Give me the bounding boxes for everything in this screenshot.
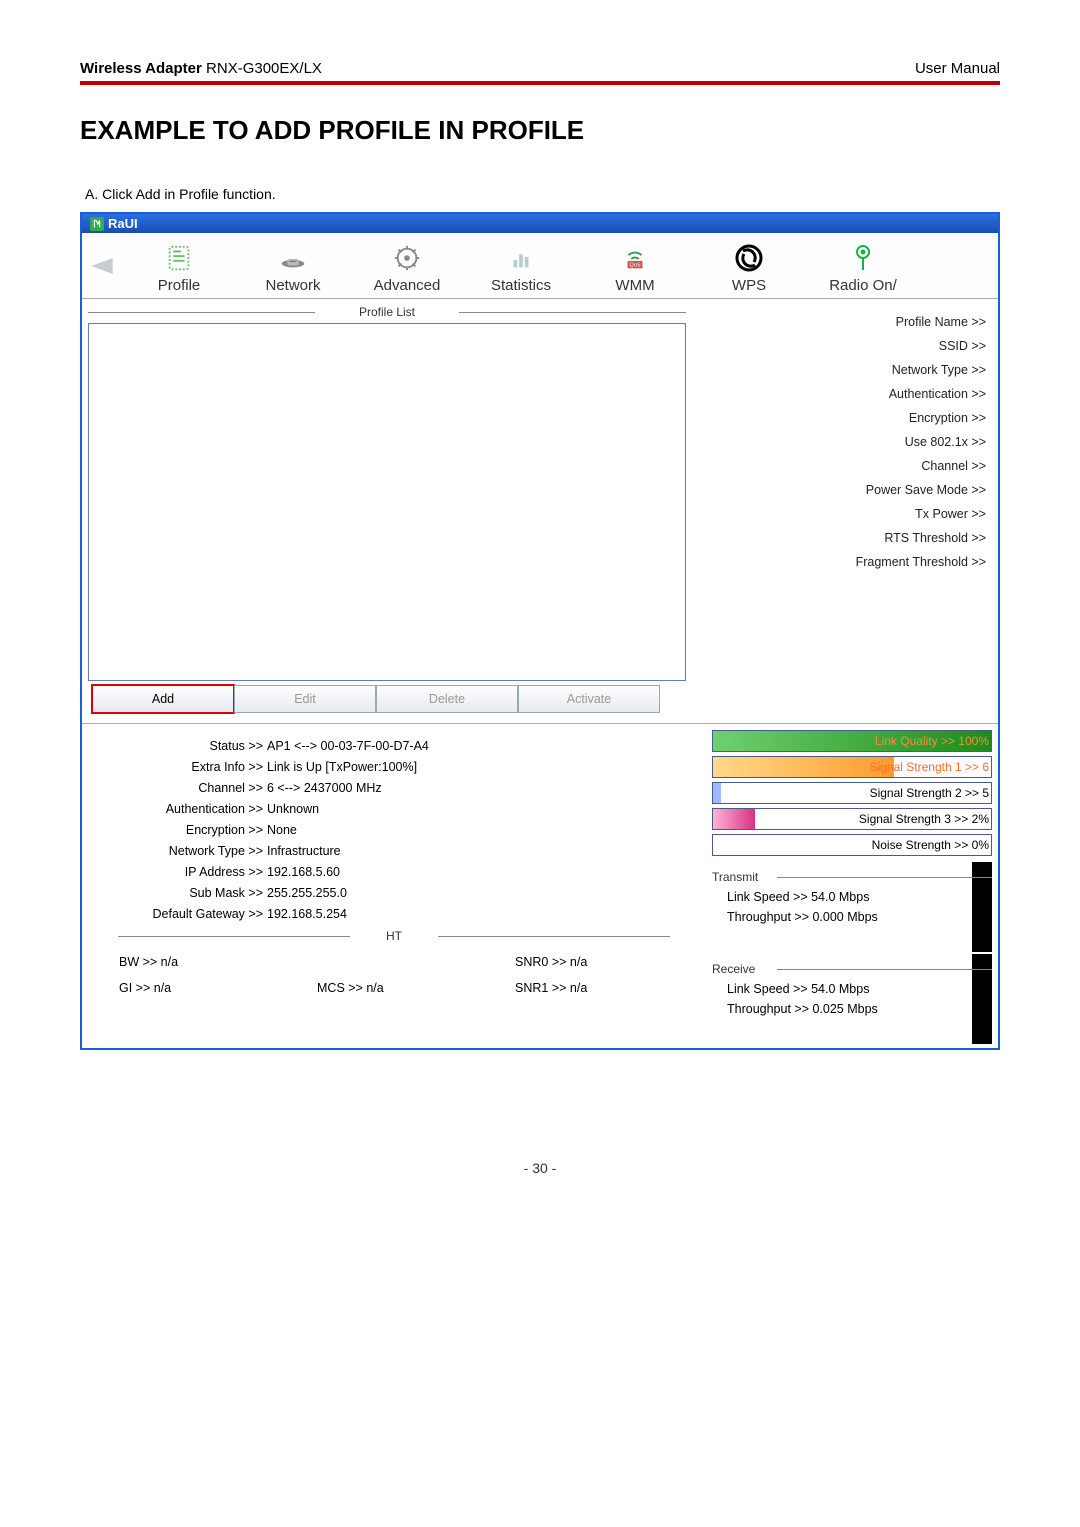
ht-gi: GI >> n/a — [94, 981, 292, 995]
detail-network-type: Network Type >> — [696, 363, 986, 377]
transmit-throughput: Throughput >> 0.000 Mbps — [712, 910, 992, 924]
profile-details-panel: Profile Name >> SSID >> Network Type >> … — [692, 299, 998, 723]
doc-header-right: User Manual — [915, 60, 1000, 77]
gateway-label: Default Gateway >> — [88, 907, 267, 921]
signal-strength-2-bar: Signal Strength 2 >> 5 — [712, 782, 992, 804]
receive-sep: Receive — [712, 962, 992, 976]
profile-list-box[interactable] — [88, 323, 686, 681]
detail-use-8021x: Use 802.1x >> — [696, 435, 986, 449]
instruction-a: A. Click Add in Profile function. — [80, 186, 1000, 202]
noise-strength-bar: Noise Strength >> 0% — [712, 834, 992, 856]
ht-mcs: MCS >> n/a — [292, 981, 490, 995]
detail-channel: Channel >> — [696, 459, 986, 473]
ht-snr1: SNR1 >> n/a — [490, 981, 688, 995]
tab-statistics-label: Statistics — [491, 277, 551, 294]
detail-tx-power: Tx Power >> — [696, 507, 986, 521]
back-button[interactable] — [82, 233, 122, 298]
auth-value: Unknown — [267, 802, 700, 816]
tab-advanced-label: Advanced — [374, 277, 441, 294]
document-header: Wireless Adapter RNX-G300EX/LX User Manu… — [80, 60, 1000, 81]
subnet-value: 255.255.255.0 — [267, 886, 700, 900]
tab-network[interactable]: Network — [236, 233, 350, 298]
status-left-panel: Status >>AP1 <--> 00-03-7F-00-D7-A4 Extr… — [82, 724, 706, 1048]
titlebar: RaUI — [82, 214, 998, 233]
status-right-panel: Link Quality >> 100% Signal Strength 1 >… — [706, 724, 998, 1048]
network-icon — [278, 243, 308, 273]
svg-text:QoS: QoS — [629, 262, 640, 268]
tab-radio-label: Radio On/ — [829, 277, 897, 294]
tab-profile[interactable]: Profile — [122, 233, 236, 298]
statistics-icon — [506, 243, 536, 273]
ip-label: IP Address >> — [88, 865, 267, 879]
activate-button[interactable]: Activate — [518, 685, 660, 713]
receive-link-speed: Link Speed >> 54.0 Mbps — [712, 982, 992, 996]
transmit-link-speed: Link Speed >> 54.0 Mbps — [712, 890, 992, 904]
profile-list-panel: Profile List Add Edit Delete Activate — [82, 299, 692, 723]
doc-header-model: RNX-G300EX/LX — [202, 60, 322, 77]
link-quality-bar: Link Quality >> 100% — [712, 730, 992, 752]
wmm-icon: QoS — [620, 243, 650, 273]
tab-wps[interactable]: WPS — [692, 233, 806, 298]
add-button[interactable]: Add — [92, 685, 234, 713]
tab-advanced[interactable]: Advanced — [350, 233, 464, 298]
tab-wmm[interactable]: QoS WMM — [578, 233, 692, 298]
encryption-value: None — [267, 823, 700, 837]
tab-wps-label: WPS — [732, 277, 766, 294]
advanced-icon — [392, 243, 422, 273]
transmit-sep: Transmit — [712, 870, 992, 884]
tab-statistics[interactable]: Statistics — [464, 233, 578, 298]
profile-icon — [164, 243, 194, 273]
status-label: Status >> — [88, 739, 267, 753]
status-value: AP1 <--> 00-03-7F-00-D7-A4 — [267, 739, 700, 753]
detail-ssid: SSID >> — [696, 339, 986, 353]
tab-wmm-label: WMM — [615, 277, 654, 294]
radio-on-icon — [847, 242, 879, 274]
doc-header-product: Wireless Adapter — [80, 60, 202, 77]
channel-label: Channel >> — [88, 781, 267, 795]
subnet-label: Sub Mask >> — [88, 886, 267, 900]
raui-window: RaUI Profile Network Advanced Statistics — [80, 212, 1000, 1050]
detail-rts: RTS Threshold >> — [696, 531, 986, 545]
signal-strength-3-bar: Signal Strength 3 >> 2% — [712, 808, 992, 830]
ip-value: 192.168.5.60 — [267, 865, 700, 879]
extra-info-label: Extra Info >> — [88, 760, 267, 774]
receive-throughput: Throughput >> 0.025 Mbps — [712, 1002, 992, 1016]
detail-authentication: Authentication >> — [696, 387, 986, 401]
detail-encryption: Encryption >> — [696, 411, 986, 425]
ht-snr0: SNR0 >> n/a — [490, 955, 688, 969]
header-divider — [80, 81, 1000, 85]
channel-value: 6 <--> 2437000 MHz — [267, 781, 700, 795]
section-title: EXAMPLE TO ADD PROFILE IN PROFILE — [80, 115, 1000, 146]
auth-label: Authentication >> — [88, 802, 267, 816]
tab-radio[interactable]: Radio On/ — [806, 233, 920, 298]
toolbar: Profile Network Advanced Statistics QoS … — [82, 233, 998, 299]
encryption-label: Encryption >> — [88, 823, 267, 837]
profile-list-title: Profile List — [88, 305, 686, 319]
ht-separator: HT — [118, 929, 670, 943]
signal-strength-1-bar: Signal Strength 1 >> 6 — [712, 756, 992, 778]
network-type-value: Infrastructure — [267, 844, 700, 858]
gateway-value: 192.168.5.254 — [267, 907, 700, 921]
back-arrow-icon — [86, 250, 118, 282]
tab-profile-label: Profile — [158, 277, 201, 294]
detail-power-save: Power Save Mode >> — [696, 483, 986, 497]
network-type-label: Network Type >> — [88, 844, 267, 858]
window-title: RaUI — [108, 216, 138, 231]
extra-info-value: Link is Up [TxPower:100%] — [267, 760, 700, 774]
detail-profile-name: Profile Name >> — [696, 315, 986, 329]
page-number: - 30 - — [80, 1160, 1000, 1176]
ht-bw: BW >> n/a — [94, 955, 292, 969]
edit-button[interactable]: Edit — [234, 685, 376, 713]
detail-fragment: Fragment Threshold >> — [696, 555, 986, 569]
tab-network-label: Network — [265, 277, 320, 294]
wps-icon — [733, 242, 765, 274]
app-icon — [90, 217, 104, 231]
delete-button[interactable]: Delete — [376, 685, 518, 713]
